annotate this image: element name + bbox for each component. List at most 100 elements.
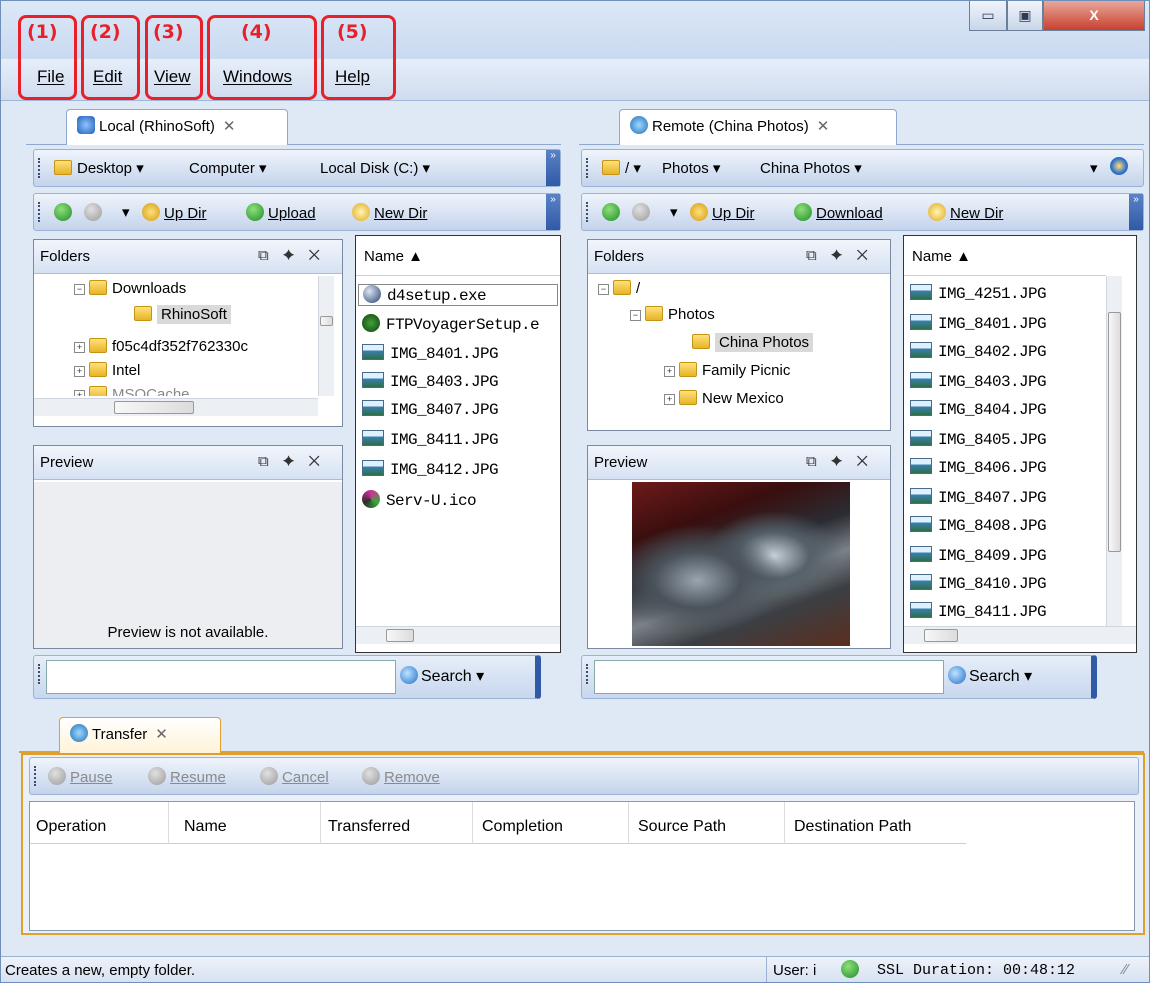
callout-number-3: (3) — [153, 21, 184, 43]
tree-item-new-mexico[interactable]: + New Mexico — [664, 390, 784, 407]
tree-item-f05c[interactable]: + f05c4df352f762330c — [74, 338, 248, 355]
download-button[interactable]: Download — [794, 203, 883, 222]
remote-file-list[interactable]: Name ▲ IMG_4251.JPG IMG_8401.JPG IMG_840… — [903, 235, 1137, 653]
tree-item-photos[interactable]: − Photos — [630, 306, 715, 323]
file-item-img-8403[interactable]: IMG_8403.JPG — [910, 372, 1047, 391]
panel-controls-icon[interactable]: ⧉✦✕ — [258, 453, 334, 470]
column-operation[interactable]: Operation — [36, 818, 106, 836]
toolbar-grip[interactable] — [38, 664, 41, 684]
pause-button[interactable]: Pause — [48, 767, 113, 786]
toolbar-overflow-icon[interactable]: » — [1129, 194, 1143, 230]
tab-transfer[interactable]: Transfer ✕ — [59, 717, 221, 753]
file-item-img-8401[interactable]: IMG_8401.JPG — [910, 314, 1047, 333]
tab-local[interactable]: Local (RhinoSoft) ✕ — [66, 109, 288, 145]
upload-button[interactable]: Upload — [246, 203, 316, 222]
toolbar-grip[interactable] — [38, 202, 41, 222]
file-list-horizontal-scrollbar[interactable] — [356, 626, 560, 644]
resume-button[interactable]: Resume — [148, 767, 226, 786]
close-tab-icon[interactable]: ✕ — [155, 726, 168, 743]
tree-item-root[interactable]: − / — [598, 280, 640, 297]
folders-horizontal-scrollbar[interactable] — [34, 398, 318, 416]
remote-list-horizontal-scrollbar[interactable] — [904, 626, 1136, 644]
tree-item-downloads[interactable]: − Downloads — [74, 280, 186, 297]
cancel-button[interactable]: Cancel — [260, 767, 329, 786]
close-button[interactable]: X — [1043, 1, 1145, 31]
path-local-disk[interactable]: Local Disk (C:) ▾ — [320, 159, 430, 177]
history-dropdown[interactable]: ▾ — [122, 203, 130, 221]
local-file-list[interactable]: Name ▲ d4setup.exe FTPVoyagerSetup.e IMG… — [355, 235, 561, 653]
path-photos[interactable]: Photos ▾ — [662, 159, 720, 177]
new-dir-button[interactable]: New Dir — [928, 203, 1003, 222]
file-item-img-4251[interactable]: IMG_4251.JPG — [910, 284, 1047, 303]
file-item-img-8410[interactable]: IMG_8410.JPG — [910, 574, 1047, 593]
tab-remote[interactable]: Remote (China Photos) ✕ — [619, 109, 897, 145]
file-item-img-8401[interactable]: IMG_8401.JPG — [362, 344, 499, 363]
remote-search-input[interactable] — [594, 660, 944, 694]
transfer-tabstrip: Transfer ✕ — [19, 711, 1144, 753]
close-tab-icon[interactable]: ✕ — [223, 118, 236, 135]
file-item-img-8412[interactable]: IMG_8412.JPG — [362, 460, 499, 479]
refresh-button[interactable] — [1110, 157, 1132, 176]
toolbar-grip[interactable] — [586, 664, 589, 684]
tree-item-msocache[interactable]: + MSOCache — [74, 386, 190, 396]
file-item-serv-u[interactable]: Serv-U.ico — [362, 490, 477, 510]
forward-button[interactable] — [632, 203, 654, 222]
panel-controls-icon[interactable]: ⧉✦✕ — [806, 247, 882, 264]
file-item-img-8406[interactable]: IMG_8406.JPG — [910, 458, 1047, 477]
maximize-button[interactable]: ▣ — [1007, 1, 1043, 31]
file-item-img-8407[interactable]: IMG_8407.JPG — [362, 400, 499, 419]
toolbar-overflow-icon[interactable]: » — [546, 194, 560, 230]
file-item-img-8408[interactable]: IMG_8408.JPG — [910, 516, 1047, 535]
up-dir-button[interactable]: Up Dir — [690, 203, 755, 222]
path-computer[interactable]: Computer ▾ — [189, 159, 267, 177]
column-name[interactable]: Name — [184, 818, 227, 836]
remote-list-vertical-scrollbar[interactable] — [1106, 276, 1122, 626]
path-desktop[interactable]: Desktop ▾ — [54, 159, 144, 177]
remote-search-button[interactable]: Search ▾ — [948, 666, 1032, 686]
new-dir-button[interactable]: New Dir — [352, 203, 427, 222]
file-item-d4setup[interactable]: d4setup.exe — [358, 284, 558, 306]
file-item-img-8405[interactable]: IMG_8405.JPG — [910, 430, 1047, 449]
file-item-img-8409[interactable]: IMG_8409.JPG — [910, 546, 1047, 565]
panel-controls-icon[interactable]: ⧉✦✕ — [258, 247, 334, 264]
forward-button[interactable] — [84, 203, 106, 222]
file-item-img-8411[interactable]: IMG_8411.JPG — [362, 430, 499, 449]
tree-item-family-picnic[interactable]: + Family Picnic — [664, 362, 790, 379]
file-item-img-8402[interactable]: IMG_8402.JPG — [910, 342, 1047, 361]
tree-item-china-photos[interactable]: China Photos — [692, 333, 814, 352]
file-item-img-8404[interactable]: IMG_8404.JPG — [910, 400, 1047, 419]
resize-grip-icon[interactable]: ⁄⁄ — [1123, 961, 1128, 978]
column-completion[interactable]: Completion — [482, 818, 563, 836]
toolbar-grip[interactable] — [586, 158, 589, 178]
back-button[interactable] — [54, 203, 76, 222]
path-china-photos[interactable]: China Photos ▾ — [760, 159, 862, 177]
minimize-button[interactable]: ▭ — [969, 1, 1007, 31]
close-tab-icon[interactable]: ✕ — [817, 118, 830, 135]
tree-item-rhinosoft[interactable]: RhinoSoft — [134, 305, 231, 324]
file-item-img-8403[interactable]: IMG_8403.JPG — [362, 372, 499, 391]
tree-item-intel[interactable]: + Intel — [74, 362, 140, 379]
path-root[interactable]: / ▾ — [602, 159, 641, 177]
name-column-header[interactable]: Name ▲ — [356, 236, 560, 276]
remove-button[interactable]: Remove — [362, 767, 440, 786]
toolbar-overflow-icon[interactable]: » — [546, 150, 560, 186]
history-dropdown[interactable]: ▾ — [670, 203, 678, 221]
file-item-ftpvoyager[interactable]: FTPVoyagerSetup.e — [362, 314, 540, 334]
local-search-input[interactable] — [46, 660, 396, 694]
up-dir-button[interactable]: Up Dir — [142, 203, 207, 222]
name-column-header[interactable]: Name ▲ — [904, 236, 1106, 276]
toolbar-grip[interactable] — [38, 158, 41, 178]
file-item-img-8407[interactable]: IMG_8407.JPG — [910, 488, 1047, 507]
column-source-path[interactable]: Source Path — [638, 818, 726, 836]
toolbar-grip[interactable] — [34, 766, 37, 786]
file-item-img-8411[interactable]: IMG_8411.JPG — [910, 602, 1046, 618]
back-button[interactable] — [602, 203, 624, 222]
panel-controls-icon[interactable]: ⧉✦✕ — [806, 453, 882, 470]
transfer-table[interactable]: Operation Name Transferred Completion So… — [29, 801, 1135, 931]
toolbar-grip[interactable] — [586, 202, 589, 222]
folders-vertical-scrollbar[interactable] — [318, 276, 334, 396]
path-dropdown[interactable]: ▾ — [1090, 159, 1098, 177]
column-destination-path[interactable]: Destination Path — [794, 818, 911, 836]
local-search-button[interactable]: Search ▾ — [400, 666, 484, 686]
column-transferred[interactable]: Transferred — [328, 818, 410, 836]
